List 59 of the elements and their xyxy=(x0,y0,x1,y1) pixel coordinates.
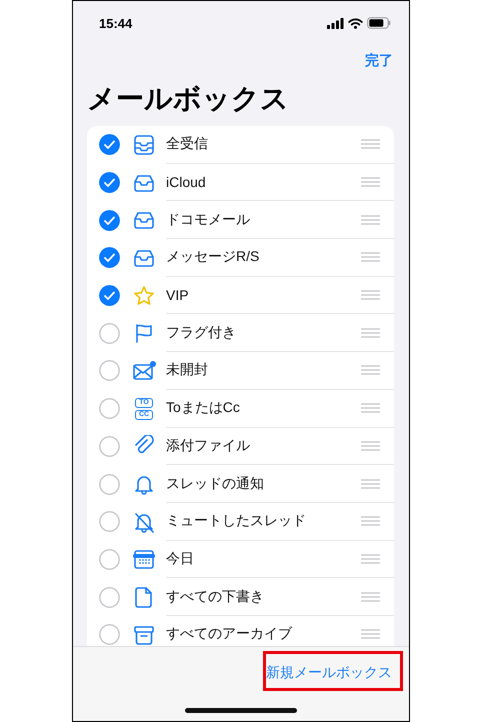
signal-icon xyxy=(327,18,344,28)
mailbox-label[interactable]: すべての下書き xyxy=(166,588,361,606)
mailbox-label[interactable]: 全受信 xyxy=(166,135,361,154)
new-mailbox-button[interactable]: 新規メールボックス xyxy=(261,660,397,686)
mailbox-label[interactable]: すべてのアーカイブ xyxy=(166,625,361,644)
checkbox[interactable] xyxy=(99,285,120,306)
checkbox[interactable] xyxy=(99,360,120,382)
battery-icon xyxy=(367,17,391,29)
drag-handle-icon[interactable] xyxy=(361,629,380,640)
drag-handle-icon[interactable] xyxy=(361,554,380,564)
drag-handle-icon[interactable] xyxy=(361,403,380,414)
status-time: 15:44 xyxy=(99,16,132,30)
drag-handle-icon[interactable] xyxy=(361,440,380,451)
mailbox-label[interactable]: iCloud xyxy=(166,174,361,190)
checkbox[interactable] xyxy=(99,474,120,495)
done-button[interactable]: 完了 xyxy=(365,52,393,70)
archive-box-icon xyxy=(133,624,155,646)
mailbox-label[interactable]: 今日 xyxy=(166,550,361,568)
drag-handle-icon[interactable] xyxy=(361,478,380,489)
checkbox[interactable] xyxy=(99,624,120,646)
checkbox[interactable] xyxy=(99,172,120,194)
wifi-icon xyxy=(348,18,363,28)
calendar-icon xyxy=(133,548,155,570)
checkbox[interactable] xyxy=(99,247,120,268)
star-icon xyxy=(133,284,155,307)
drag-handle-icon[interactable] xyxy=(361,139,380,150)
mailbox-label[interactable]: ToまたはCc xyxy=(166,399,361,418)
drag-handle-icon[interactable] xyxy=(361,214,380,225)
mailbox-label[interactable]: メッセージR/S xyxy=(166,248,361,266)
stacked-tray-icon xyxy=(133,134,155,156)
mailbox-label[interactable]: フラグ付き xyxy=(166,324,361,342)
checkbox[interactable] xyxy=(99,398,120,420)
drag-handle-icon[interactable] xyxy=(361,328,380,338)
checkbox[interactable] xyxy=(99,322,120,344)
checkbox[interactable] xyxy=(99,511,120,532)
drag-handle-icon[interactable] xyxy=(361,290,380,300)
drag-handle-icon[interactable] xyxy=(361,516,380,526)
checkbox[interactable] xyxy=(99,436,120,457)
flag-icon xyxy=(133,322,155,344)
checkbox[interactable] xyxy=(99,548,120,570)
tray-icon xyxy=(133,209,155,232)
drag-handle-icon[interactable] xyxy=(361,252,380,262)
mailbox-label[interactable]: VIP xyxy=(166,287,361,304)
drag-handle-icon[interactable] xyxy=(361,592,380,602)
mailbox-label[interactable]: ドコモメール xyxy=(166,210,361,229)
checkbox[interactable] xyxy=(99,586,120,608)
drag-handle-icon[interactable] xyxy=(361,365,380,376)
drag-handle-icon[interactable] xyxy=(361,177,380,188)
page-title: メールボックス xyxy=(87,82,289,116)
mailbox-label[interactable]: スレッドの通知 xyxy=(166,474,361,493)
bell-icon xyxy=(133,473,155,496)
envelope-icon xyxy=(132,360,156,382)
mailbox-label[interactable]: 添付ファイル xyxy=(166,436,361,455)
mailbox-label[interactable]: ミュートしたスレッド xyxy=(166,512,361,530)
muted-bell-icon xyxy=(133,510,155,533)
checkbox[interactable] xyxy=(99,210,120,231)
checkbox[interactable] xyxy=(99,134,120,156)
mailbox-label[interactable]: 未開封 xyxy=(166,361,361,380)
document-icon xyxy=(133,586,155,608)
